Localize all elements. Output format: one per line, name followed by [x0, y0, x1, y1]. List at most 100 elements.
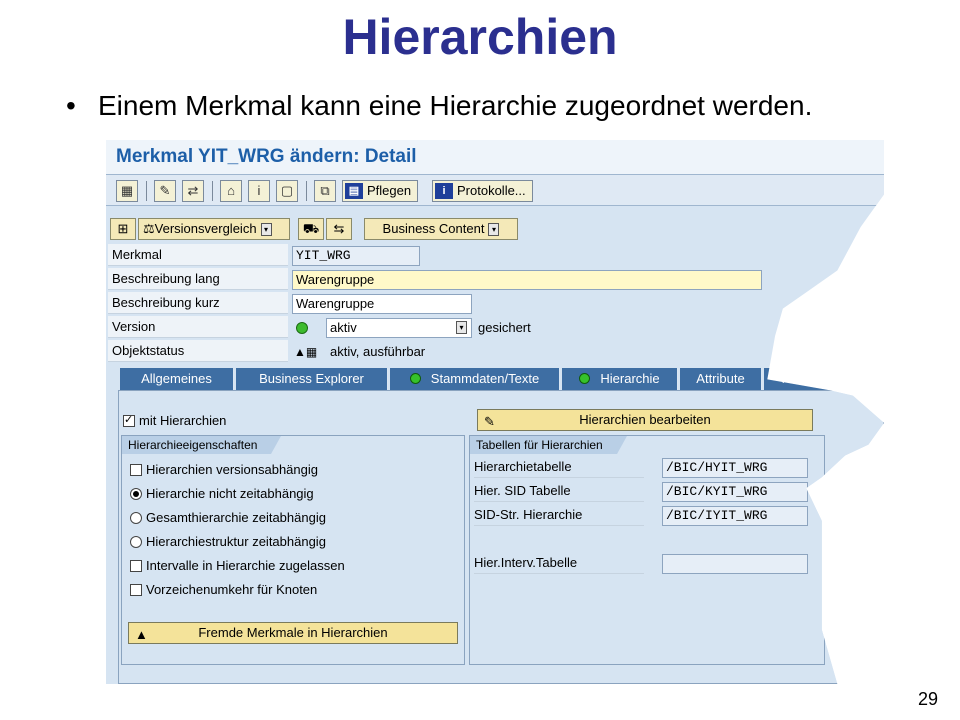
- option-label: Hierarchie nicht zeitabhängig: [146, 486, 314, 501]
- tab-allgemeines[interactable]: Allgemeines: [120, 368, 234, 390]
- hierarchietabelle-field: /BIC/HYIT_WRG: [662, 458, 808, 478]
- nicht-zeitabhaengig-radio[interactable]: [130, 488, 142, 500]
- beschreibung-kurz-field[interactable]: Warengruppe: [292, 294, 472, 314]
- hierarchien-bearbeiten-button[interactable]: ✎ Hierarchien bearbeiten: [477, 409, 813, 431]
- objektstatus-icon: ▲▦: [294, 345, 318, 359]
- compare-versions-icon: ⚖: [143, 221, 155, 236]
- version-status: gesichert: [478, 320, 531, 335]
- merkmal-field: YIT_WRG: [292, 246, 420, 266]
- toolbar-separator: [146, 181, 147, 201]
- check-icon[interactable]: ✎: [154, 180, 176, 202]
- sid-tabelle-label: Hier. SID Tabelle: [474, 480, 644, 502]
- tab-business-explorer[interactable]: Business Explorer: [236, 368, 388, 390]
- sid-str-hierarchie-label: SID-Str. Hierarchie: [474, 504, 644, 526]
- versionsvergleich-button[interactable]: ⚖Versionsvergleich ▾: [138, 218, 290, 240]
- dropdown-icon: ▾: [488, 223, 500, 237]
- tab-strip: Allgemeines Business Explorer Stammdaten…: [106, 368, 884, 390]
- transport-icon[interactable]: ⛟: [298, 218, 324, 240]
- secondary-toolbar: ⊞ ⚖Versionsvergleich ▾ ⛟ ⇆ Business Conte…: [106, 216, 884, 244]
- tab-attribute[interactable]: Attribute: [680, 368, 762, 390]
- row-objektstatus: Objektstatus ▲▦ aktiv, ausführbar: [108, 340, 884, 362]
- hierarchieeigenschaften-header: Hierarchieeigenschaften: [122, 436, 282, 454]
- copy-icon[interactable]: ⧉: [314, 180, 336, 202]
- info-icon[interactable]: i: [248, 180, 270, 202]
- protokolle-label: Protokolle...: [457, 183, 526, 198]
- intervalle-checkbox[interactable]: [130, 560, 142, 572]
- mit-hierarchien-checkbox[interactable]: [123, 413, 135, 427]
- row-merkmal: Merkmal YIT_WRG: [108, 244, 884, 266]
- hierarchietabelle-label: Hierarchietabelle: [474, 456, 644, 478]
- sid-str-hierarchie-field: /BIC/IYIT_WRG: [662, 506, 808, 526]
- tab-stammdaten-texte[interactable]: Stammdaten/Texte: [390, 368, 560, 390]
- vorzeichenumkehr-checkbox[interactable]: [130, 584, 142, 596]
- compare-icon[interactable]: ⇄: [182, 180, 204, 202]
- hierarchien-bearbeiten-label: Hierarchien bearbeiten: [579, 412, 711, 427]
- move-icon[interactable]: ⇆: [326, 218, 352, 240]
- merkmal-label: Merkmal: [108, 244, 288, 266]
- business-content-label: Business Content: [382, 221, 485, 236]
- version-label: Version: [108, 316, 288, 338]
- hierarchy-tree-icon[interactable]: ⊞: [110, 218, 136, 240]
- status-green-icon: [409, 373, 421, 384]
- option-label: Intervalle in Hierarchie zugelassen: [146, 558, 345, 573]
- versionsvergleich-label: Versionsvergleich: [154, 221, 257, 236]
- pflegen-button[interactable]: ▤ Pflegen: [342, 180, 419, 202]
- hierarchie-tab-panel: mit Hierarchien ✎Hierarchien bearbeiten …: [118, 390, 884, 684]
- toolbar-separator: [212, 181, 213, 201]
- sid-tabelle-field: /BIC/KYIT_WRG: [662, 482, 808, 502]
- application-toolbar: ▦ ✎ ⇄ ⌂ i ▢ ⧉ ▤ Pflegen i Protokolle...: [106, 174, 884, 206]
- beschreibung-kurz-label: Beschreibung kurz: [108, 292, 288, 314]
- bullet-point: • Einem Merkmal kann eine Hierarchie zuge…: [66, 90, 812, 122]
- tabellen-group: Tabellen für Hierarchien Hierarchietabel…: [469, 435, 825, 665]
- hierarchiestruktur-zeitabhaengig-radio[interactable]: [130, 536, 142, 548]
- tab-label: Allgemeines: [141, 371, 212, 386]
- mit-hierarchien-label: mit Hierarchien: [139, 413, 227, 428]
- option-label: Vorzeichenumkehr für Knoten: [146, 582, 318, 597]
- business-content-button[interactable]: Business Content ▾: [364, 218, 518, 240]
- tabellen-header: Tabellen für Hierarchien: [470, 436, 627, 454]
- beschreibung-lang-field[interactable]: Warengruppe: [292, 270, 762, 290]
- objektstatus-label: Objektstatus: [108, 340, 288, 362]
- row-version: Version aktiv ▾ gesichert: [108, 316, 884, 338]
- fremde-merkmale-button[interactable]: ▲ Fremde Merkmale in Hierarchien: [128, 622, 458, 644]
- version-select[interactable]: aktiv ▾: [326, 318, 472, 338]
- dropdown-icon: ▾: [260, 223, 272, 237]
- fremde-merkmale-label: Fremde Merkmale in Hierarchien: [198, 625, 388, 640]
- versionsabhaengig-checkbox[interactable]: [130, 464, 142, 476]
- tab-label: Business Explorer: [259, 371, 364, 386]
- status-green-icon: [296, 322, 308, 334]
- info-log-icon: i: [435, 183, 453, 199]
- bullet-icon: •: [66, 90, 76, 121]
- table-icon: ▤: [345, 183, 363, 199]
- protokolle-button[interactable]: i Protokolle...: [432, 180, 533, 202]
- slide-title: Hierarchien: [342, 9, 618, 65]
- option-label: Gesamthierarchie zeitabhängig: [146, 510, 326, 525]
- where-used-icon[interactable]: ⌂: [220, 180, 242, 202]
- status-green-icon: [579, 373, 591, 384]
- tab-label: Hierarchie: [600, 371, 660, 386]
- tab-label: Klammerung: [781, 371, 856, 386]
- tab-klammerung[interactable]: Klammerung: [764, 368, 874, 390]
- display-change-icon[interactable]: ▦: [116, 180, 138, 202]
- tab-hierarchie[interactable]: Hierarchie: [562, 368, 678, 390]
- objektstatus-value: aktiv, ausführbar: [330, 344, 426, 359]
- tab-label: Attribute: [696, 371, 745, 386]
- document-icon[interactable]: ▢: [276, 180, 298, 202]
- hier-interv-tabelle-field: [662, 554, 808, 574]
- option-label: Hierarchiestruktur zeitabhängig: [146, 534, 326, 549]
- sap-window-title: Merkmal YIT_WRG ändern: Detail: [116, 146, 417, 167]
- hier-interv-tabelle-label: Hier.Interv.Tabelle: [474, 552, 644, 574]
- row-beschreibung-kurz: Beschreibung kurz Warengruppe: [108, 292, 884, 314]
- pflegen-label: Pflegen: [367, 183, 412, 198]
- slide: Hierarchien • Einem Merkmal kann eine Hie…: [0, 0, 960, 720]
- toolbar-separator: [306, 181, 307, 201]
- row-beschreibung-lang: Beschreibung lang Warengruppe: [108, 268, 884, 290]
- sap-screenshot: Merkmal YIT_WRG ändern: Detail ▦ ✎ ⇄ ⌂ i…: [106, 140, 884, 684]
- version-value: aktiv: [330, 320, 357, 335]
- gesamthierarchie-zeitabhaengig-radio[interactable]: [130, 512, 142, 524]
- tab-label: Stammdaten/Texte: [430, 371, 540, 386]
- bullet-text: Einem Merkmal kann eine Hierarchie zugeo…: [98, 90, 813, 121]
- beschreibung-lang-label: Beschreibung lang: [108, 268, 288, 290]
- hierarchieeigenschaften-group: Hierarchieeigenschaften Hierarchien vers…: [121, 435, 465, 665]
- option-label: Hierarchien versionsabhängig: [146, 462, 318, 477]
